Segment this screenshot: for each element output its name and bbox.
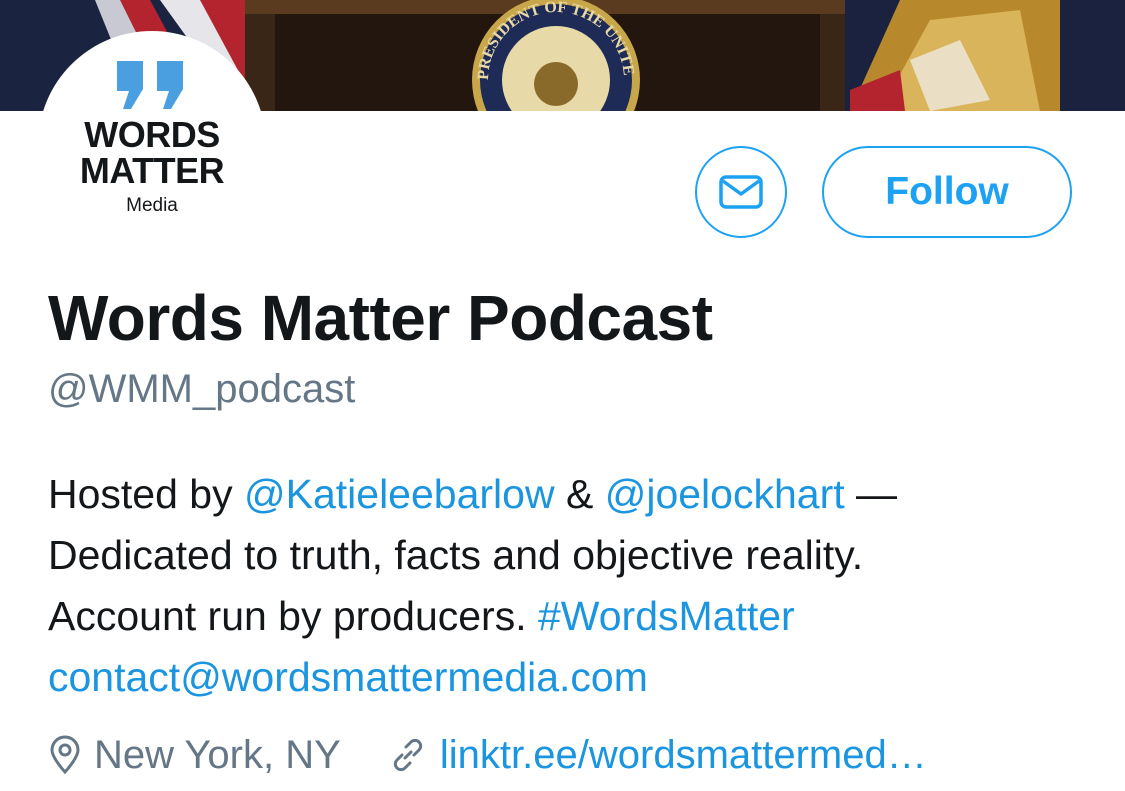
link-icon bbox=[393, 738, 423, 772]
follow-button[interactable]: Follow bbox=[822, 146, 1072, 238]
hashtag-link-wordsmatter[interactable]: #WordsMatter bbox=[538, 593, 795, 639]
envelope-icon bbox=[719, 175, 763, 209]
profile-meta-row: New York, NY linktr.ee/wordsmattermed… bbox=[48, 726, 927, 791]
location-pin-icon bbox=[50, 735, 80, 775]
email-link[interactable]: contact@wordsmattermedia.com bbox=[48, 654, 648, 700]
bio-hosted-text: Hosted by bbox=[48, 471, 244, 517]
logo-text-words: WORDS bbox=[84, 114, 220, 155]
bio-dash-text: — bbox=[844, 471, 898, 517]
bio-line-2: Dedicated to truth, facts and objective … bbox=[48, 532, 864, 578]
bio-line-3: Account run by producers. #WordsMatter bbox=[48, 586, 1108, 647]
profile-display-name: Words Matter Podcast bbox=[48, 282, 713, 354]
logo-text-media: Media bbox=[126, 195, 178, 216]
website-link[interactable]: linktr.ee/wordsmattermed… bbox=[440, 726, 927, 784]
logo-text-matter: MATTER bbox=[79, 150, 225, 191]
profile-avatar[interactable]: WORDS MATTER Media bbox=[38, 31, 266, 259]
profile-bio: Hosted by @Katieleebarlow & @joelockhart… bbox=[48, 464, 1108, 708]
mention-link-katieleebarlow[interactable]: @Katieleebarlow bbox=[244, 471, 555, 517]
bio-producers-text: Account run by producers. bbox=[48, 593, 538, 639]
mention-link-joelockhart[interactable]: @joelockhart bbox=[605, 471, 845, 517]
profile-handle: @WMM_podcast bbox=[48, 367, 356, 411]
bio-line-1: Hosted by @Katieleebarlow & @joelockhart… bbox=[48, 464, 1108, 525]
direct-message-button[interactable] bbox=[695, 146, 787, 238]
location-text: New York, NY bbox=[94, 733, 341, 777]
profile-location: New York, NY bbox=[48, 726, 341, 784]
bio-amp-text: & bbox=[554, 471, 605, 517]
profile-website[interactable]: linktr.ee/wordsmattermed… bbox=[388, 726, 927, 784]
quote-marks-icon bbox=[117, 61, 183, 109]
